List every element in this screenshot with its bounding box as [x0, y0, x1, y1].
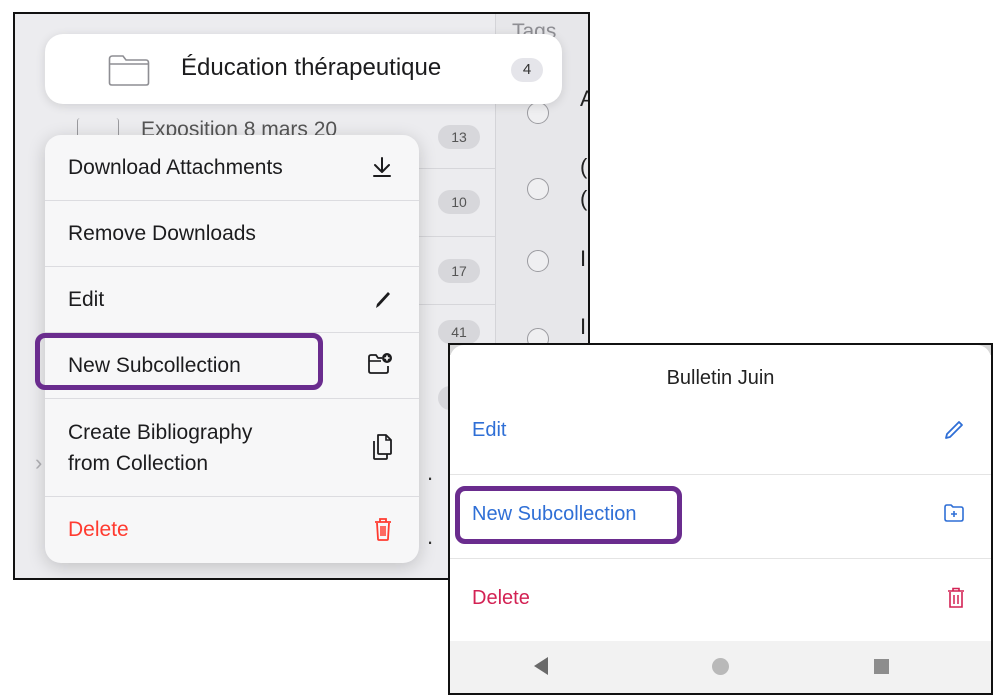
selected-collection-preview[interactable]: Éducation thérapeutique 4 [45, 34, 562, 104]
sheet-item-label: Edit [472, 419, 507, 441]
home-icon[interactable] [712, 658, 729, 675]
menu-item-label: from Collection [68, 452, 209, 475]
chevron-right-icon: › [35, 450, 43, 475]
menu-item-delete[interactable]: Delete [45, 497, 419, 563]
trash-icon [948, 587, 964, 608]
highlight-frame-ios-new-subcollection [35, 333, 323, 390]
copy-document-icon [373, 434, 392, 460]
menu-item-label: Create Bibliography [68, 421, 253, 444]
pencil-icon [945, 421, 963, 439]
item-select-radio[interactable] [527, 178, 549, 200]
download-icon [373, 157, 391, 177]
folder-add-icon [368, 353, 392, 374]
sheet-item-delete[interactable]: Delete [450, 559, 991, 643]
collection-name: Éducation thérapeutique [181, 54, 442, 81]
ellipsis-fragment: . [427, 460, 434, 485]
row-divider [415, 236, 495, 237]
recents-icon[interactable] [874, 659, 889, 674]
row-divider [415, 168, 495, 169]
menu-item-download-attachments[interactable]: Download Attachments [45, 135, 419, 201]
item-title-fragment: ( [580, 154, 588, 179]
row-divider [415, 304, 495, 305]
collection-count-badge: 41 [438, 320, 480, 344]
folder-icon [108, 55, 150, 86]
trash-icon [375, 518, 391, 541]
pencil-icon [376, 292, 390, 308]
collection-count-badge: 17 [438, 259, 480, 283]
sheet-title: Bulletin Juin [666, 367, 775, 389]
sheet-item-edit[interactable]: Edit [450, 391, 991, 475]
sheet-item-label: Delete [472, 587, 530, 609]
menu-item-edit[interactable]: Edit [45, 267, 419, 333]
menu-item-label: Delete [68, 518, 129, 541]
collection-count-badge: 4 [511, 58, 543, 82]
item-title-fragment: ( [580, 186, 588, 211]
ellipsis-fragment: . [427, 524, 434, 549]
menu-item-remove-downloads[interactable]: Remove Downloads [45, 201, 419, 267]
folder-add-icon [944, 504, 964, 522]
menu-item-label: Download Attachments [68, 156, 283, 179]
menu-item-create-bibliography[interactable]: Create Bibliography from Collection [45, 399, 419, 497]
item-title-fragment: I [580, 314, 587, 339]
menu-item-label: Edit [68, 288, 105, 311]
collection-count-badge: 10 [438, 190, 480, 214]
item-select-radio[interactable] [527, 102, 549, 124]
item-title-fragment: I [580, 246, 587, 271]
back-icon[interactable] [534, 657, 548, 675]
collection-count-badge: 13 [438, 125, 480, 149]
android-nav-bar [450, 641, 991, 693]
item-select-radio[interactable] [527, 250, 549, 272]
menu-item-label: Remove Downloads [68, 222, 256, 245]
item-title-fragment: A [580, 86, 588, 112]
highlight-frame-android-new-subcollection [455, 486, 682, 544]
